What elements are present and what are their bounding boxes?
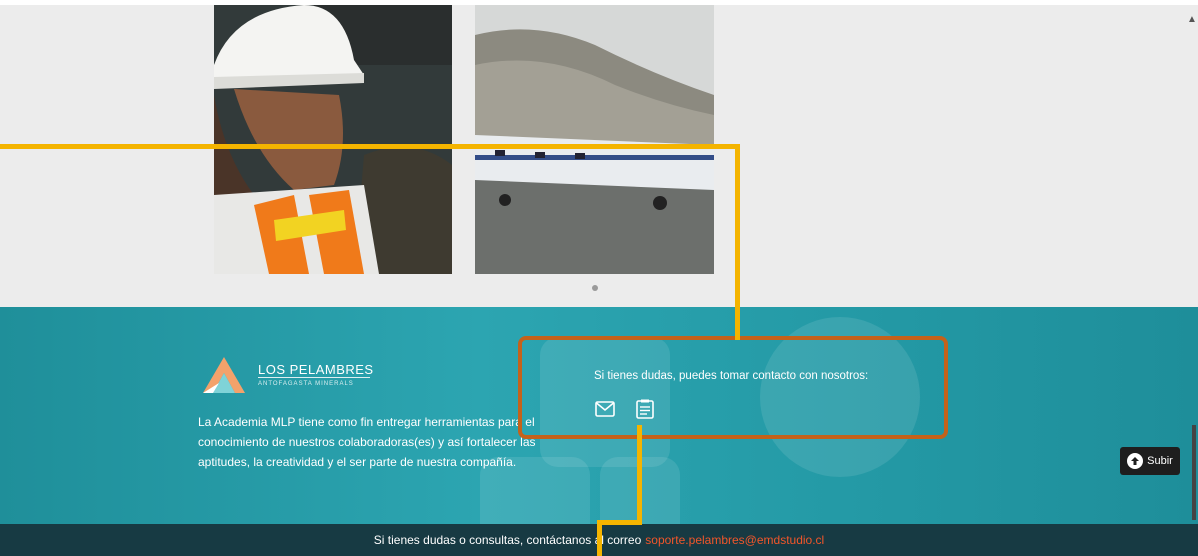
contact-text: Si tienes dudas, puedes tomar contacto c… [594,370,869,382]
scroll-up-arrow[interactable]: ▲ [1187,14,1197,25]
image-gallery: ▲ [0,0,1198,307]
connector-line [637,425,642,525]
subir-label: Subir [1147,455,1173,467]
scroll-top-button[interactable]: Subir [1120,447,1180,475]
connector-line [0,144,740,149]
arrow-up-icon [1127,453,1144,469]
connector-line [597,520,602,556]
form-icon[interactable] [634,399,656,419]
gallery-image-worker[interactable] [214,5,452,274]
scrollbar-thumb[interactable] [1192,425,1196,520]
envelope-icon[interactable] [594,399,616,419]
connector-line [735,144,740,340]
contact-highlight-box [518,336,948,439]
los-pelambres-logo-icon [201,355,247,400]
logo-title: LOS PELAMBRES [258,362,374,377]
support-email-link[interactable]: soporte.pelambres@emdstudio.cl [645,533,824,547]
gallery-image-airplane[interactable] [475,5,714,274]
logo-subtitle: ANTOFAGASTA MINERALS [258,381,354,387]
connector-line [597,520,642,525]
carousel-dot[interactable] [592,285,598,291]
logo-divider [258,377,370,378]
